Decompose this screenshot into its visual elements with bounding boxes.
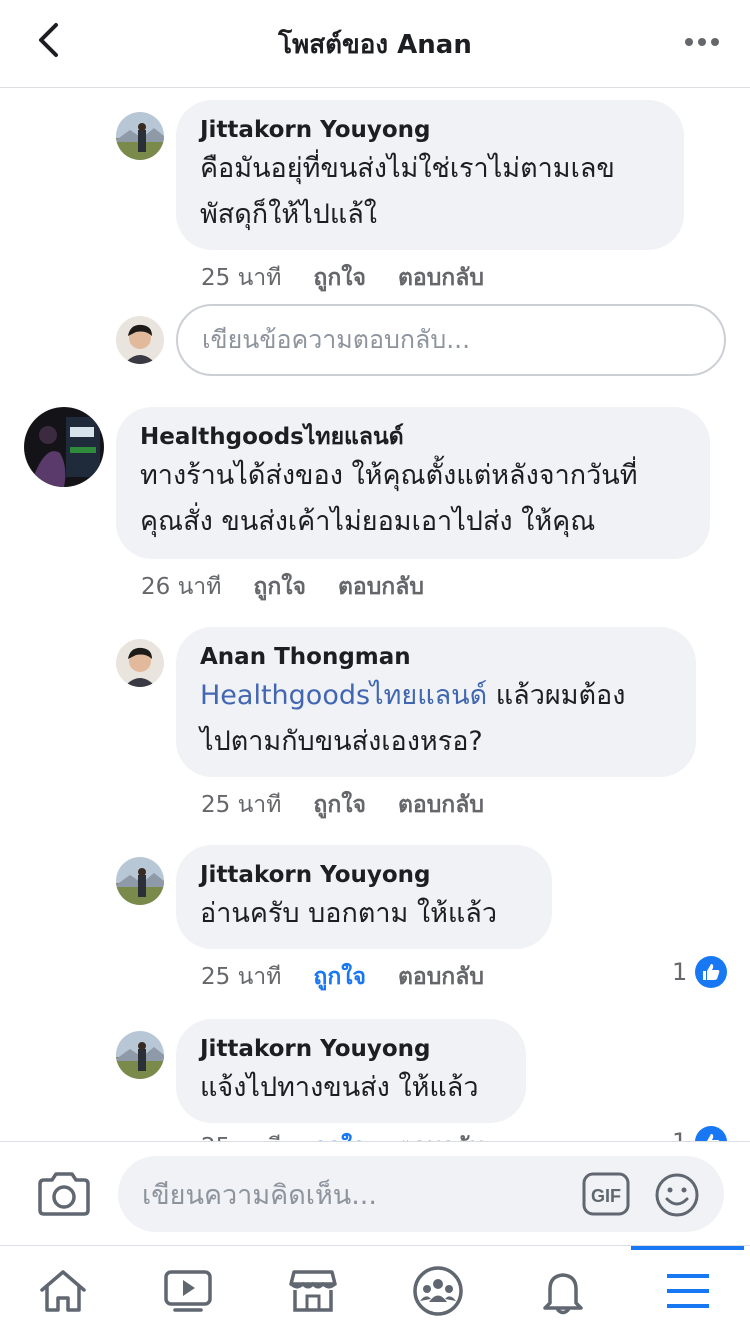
comment-actions: 25 นาที ถูกใจ ตอบกลับ [201,1129,484,1141]
comment-actions: 26 นาที ถูกใจ ตอบกลับ [141,569,424,605]
comment-text-rest: แล้วผมต้อง [487,680,626,711]
comment-timestamp[interactable]: 25 นาที [201,787,281,823]
comment-text: อ่านครับ บอกตาม ให้แล้ว [200,898,497,929]
thumbs-up-icon [695,956,728,988]
camera-button[interactable] [36,1170,92,1218]
like-link[interactable]: ถูกใจ [313,260,366,296]
my-avatar [116,316,164,364]
like-link[interactable]: ถูกใจ [313,959,366,995]
comment-text: คุณสั่ง ขนส่งเค้าไม่ยอมเอาไปส่ง ให้คุณ [140,506,596,537]
comment-author[interactable]: Jittakorn Youyong [200,114,660,146]
avatar[interactable] [116,857,164,905]
avatar[interactable] [116,639,164,687]
avatar[interactable] [24,407,104,487]
reaction-count: 1 [672,958,688,986]
comment-bubble[interactable]: Jittakorn Youyong อ่านครับ บอกตาม ให้แล้… [176,845,552,949]
watch-icon [164,1269,212,1312]
like-link[interactable]: ถูกใจ [313,787,366,823]
comment-timestamp[interactable]: 25 นาที [201,959,281,995]
mention-link[interactable]: Healthgoodsไทยแลนด์ [200,680,487,711]
bottom-tab-bar [0,1245,750,1334]
gif-button[interactable]: GIF [582,1172,630,1216]
comment-bubble[interactable]: Jittakorn Youyong แจ้งไปทางขนส่ง ให้แล้ว [176,1019,526,1123]
comment-actions: 25 นาที ถูกใจ ตอบกลับ [201,787,484,823]
reply-input[interactable]: เขียนข้อความตอบกลับ... [176,304,726,376]
comment-timestamp[interactable]: 25 นาที [201,260,281,296]
reply-link[interactable]: ตอบกลับ [338,569,424,605]
avatar[interactable] [116,1031,164,1079]
groups-icon [413,1265,463,1316]
thumbs-up-icon [695,1126,728,1141]
bell-icon [543,1268,583,1314]
comment-timestamp[interactable]: 25 นาที [201,1129,281,1141]
comment-author[interactable]: Anan Thongman [200,641,672,673]
avatar[interactable] [116,112,164,160]
gif-label: GIF [591,1186,621,1206]
reaction-count: 1 [672,1128,687,1141]
reply-link[interactable]: ตอบกลับ [398,1129,484,1141]
comments-list: Jittakorn Youyong คือมันอยุ่ที่ขนส่งไม่ใ… [0,88,750,1141]
comment-actions: 25 นาที ถูกใจ ตอบกลับ [201,260,484,296]
comment-placeholder: เขียนความคิดเห็น... [142,1179,377,1211]
comment-text: พัสดุก็ให้ไปแล้ใ [200,199,377,230]
page-title: โพสต์ของ Anan [278,30,472,60]
comment-text: Healthgoodsไทยแลนด์ แล้วผมต้อง [200,673,672,719]
reply-placeholder: เขียนข้อความตอบกลับ... [202,325,471,354]
smiley-icon [655,1173,699,1217]
comment-actions: 25 นาที ถูกใจ ตอบกลับ [201,959,484,995]
gif-icon: GIF [582,1172,630,1216]
top-bar: โพสต์ของ Anan [0,0,750,88]
comment-text: คือมันอยุ่ที่ขนส่งไม่ใช่เราไม่ตามเลข [200,153,615,184]
comment-bubble[interactable]: Healthgoodsไทยแลนด์ ทางร้านได้ส่งของ ให้… [116,407,710,559]
camera-icon [38,1172,90,1216]
tab-menu[interactable] [613,1246,750,1334]
comment-text: แจ้งไปทางขนส่ง ให้แล้ว [200,1072,479,1103]
comment-text: ไปตามกับขนส่งเองหรอ? [200,726,483,757]
reply-link[interactable]: ตอบกลับ [398,959,484,995]
comment-bubble[interactable]: Anan Thongman Healthgoodsไทยแลนด์ แล้วผม… [176,627,696,777]
comment-author[interactable]: Jittakorn Youyong [200,859,528,891]
reaction-summary[interactable]: 1 [672,956,728,988]
more-horizontal-icon [685,38,719,46]
reaction-summary[interactable]: 1 [672,1126,728,1141]
reply-link[interactable]: ตอบกลับ [398,787,484,823]
comment-timestamp[interactable]: 26 นาที [141,569,221,605]
comment-composer: เขียนความคิดเห็น... GIF [0,1141,750,1245]
more-options-button[interactable] [682,24,722,60]
emoji-button[interactable] [654,1172,700,1218]
comment-author[interactable]: Healthgoodsไทยแลนด์ [140,421,686,453]
comment-text: ทางร้านได้ส่งของ ให้คุณตั้งแต่หลังจากวัน… [140,460,638,491]
marketplace-icon [289,1269,337,1312]
like-link[interactable]: ถูกใจ [253,569,306,605]
menu-icon [667,1273,709,1308]
comment-author[interactable]: Jittakorn Youyong [200,1033,502,1065]
like-link[interactable]: ถูกใจ [313,1129,366,1141]
reply-link[interactable]: ตอบกลับ [398,260,484,296]
comment-bubble[interactable]: Jittakorn Youyong คือมันอยุ่ที่ขนส่งไม่ใ… [176,100,684,250]
comment-input[interactable]: เขียนความคิดเห็น... [118,1156,724,1232]
home-icon [40,1269,86,1312]
